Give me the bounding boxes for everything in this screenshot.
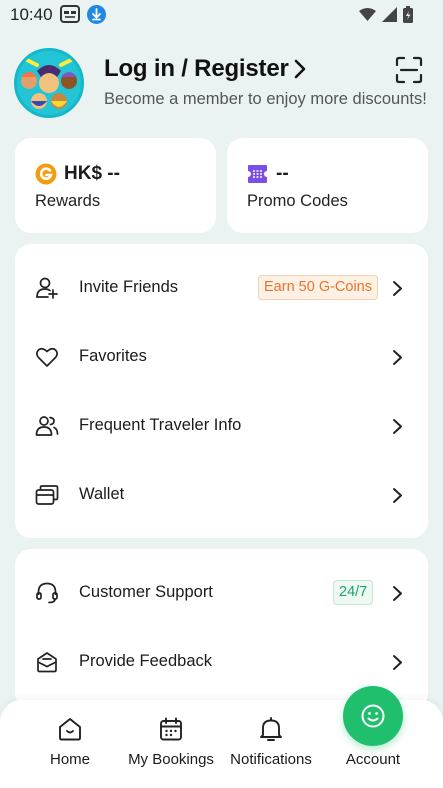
chevron-right-icon	[393, 350, 402, 365]
app-notification-icon	[60, 5, 80, 23]
headset-icon	[36, 582, 58, 604]
menu-item-label: Provide Feedback	[79, 652, 212, 670]
home-icon	[59, 718, 81, 741]
earn-coins-badge: Earn 50 G-Coins	[258, 275, 378, 300]
add-user-icon	[36, 277, 58, 299]
menu-item-label: Favorites	[79, 347, 147, 365]
nav-label: Notifications	[230, 751, 312, 768]
menu-item-label: Invite Friends	[79, 278, 179, 296]
nav-label: My Bookings	[128, 751, 214, 768]
ticket-icon	[248, 165, 267, 183]
heart-icon	[36, 347, 58, 367]
nav-home[interactable]: Home	[20, 700, 120, 788]
signal-icon	[382, 7, 397, 22]
account-fab[interactable]	[343, 686, 403, 746]
calendar-icon	[160, 717, 182, 741]
status-time: 10:40	[10, 5, 53, 24]
chevron-right-icon	[393, 655, 402, 670]
g-coin-icon	[35, 163, 57, 185]
avatar[interactable]	[14, 48, 84, 118]
wifi-icon	[359, 7, 376, 21]
smile-icon	[361, 704, 385, 728]
wallet-icon	[35, 485, 59, 505]
menu-item-label: Customer Support	[79, 583, 213, 601]
download-icon	[87, 5, 106, 24]
feedback-icon	[37, 652, 57, 673]
menu-item-favorites[interactable]: Favorites	[15, 323, 428, 392]
travelers-icon	[35, 416, 59, 436]
chevron-right-icon[interactable]	[292, 58, 308, 80]
availability-badge: 24/7	[333, 580, 374, 605]
menu-item-frequent-traveler-info[interactable]: Frequent Traveler Info	[15, 392, 428, 461]
status-icons	[359, 6, 413, 23]
chevron-right-icon	[393, 281, 402, 296]
scan-icon[interactable]	[395, 56, 423, 84]
nav-notifications[interactable]: Notifications	[221, 700, 321, 788]
bell-icon	[260, 717, 282, 741]
promo-codes-label: Promo Codes	[247, 192, 348, 210]
promo-codes-card[interactable]	[227, 138, 428, 233]
rewards-label: Rewards	[35, 192, 101, 210]
status-bar: 10:40	[0, 0, 443, 32]
menu-item-invite-friends[interactable]: Invite Friends Earn 50 G-Coins	[15, 254, 428, 323]
rewards-value: HK$ --	[64, 163, 120, 184]
chevron-right-icon	[393, 586, 402, 601]
member-subtitle: Become a member to enjoy more discounts!	[104, 90, 427, 108]
menu-item-wallet[interactable]: Wallet	[15, 461, 428, 530]
menu-item-customer-support[interactable]: Customer Support 24/7	[15, 559, 428, 628]
nav-label: Home	[49, 751, 90, 768]
nav-label: Account	[345, 751, 401, 768]
rewards-card[interactable]	[15, 138, 216, 233]
chevron-right-icon	[393, 419, 402, 434]
promo-codes-value: --	[276, 163, 289, 184]
nav-my-bookings[interactable]: My Bookings	[121, 700, 221, 788]
menu-item-label: Frequent Traveler Info	[79, 416, 242, 434]
chevron-right-icon	[393, 488, 402, 503]
battery-icon	[403, 6, 413, 23]
menu-item-label: Wallet	[79, 485, 125, 503]
login-register-link[interactable]: Log in / Register	[104, 55, 289, 83]
avatar-illustration	[17, 51, 81, 115]
